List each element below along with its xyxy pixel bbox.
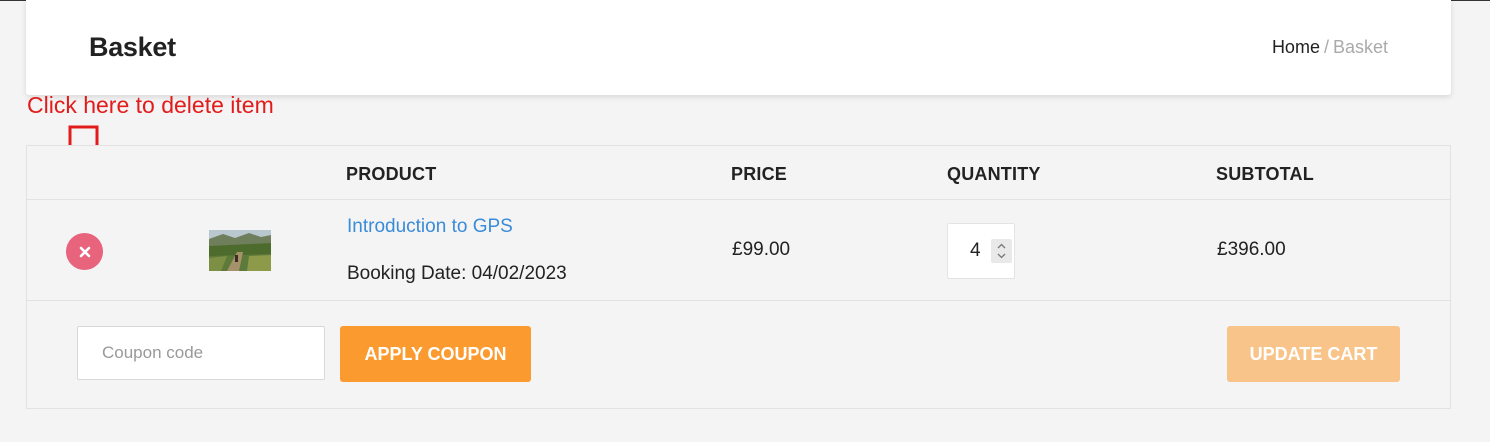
product-name-link[interactable]: Introduction to GPS [347, 216, 513, 238]
update-cart-button[interactable]: UPDATE CART [1227, 326, 1400, 382]
breadcrumb: Home / Basket [1272, 37, 1388, 58]
quantity-spinner[interactable] [991, 239, 1012, 263]
column-header-product: PRODUCT [346, 164, 437, 184]
column-header-price: PRICE [731, 164, 788, 184]
header-divider [27, 199, 1450, 200]
quantity-value[interactable]: 4 [970, 240, 981, 262]
product-thumbnail[interactable] [209, 230, 271, 271]
cart-table: PRODUCT PRICE QUANTITY SUBTOTAL Introduc… [26, 145, 1451, 409]
coupon-code-input[interactable] [77, 326, 325, 380]
column-header-quantity: QUANTITY [947, 164, 1041, 184]
delete-hint-annotation: Click here to delete item [27, 92, 274, 118]
booking-date-value: 04/02/2023 [471, 263, 567, 284]
breadcrumb-separator: / [1323, 37, 1329, 57]
page-header: Basket Home / Basket [26, 0, 1451, 95]
close-icon [79, 246, 90, 257]
page-title: Basket [89, 32, 176, 62]
item-subtotal: £396.00 [1217, 239, 1286, 260]
breadcrumb-current: Basket [1332, 37, 1388, 57]
row-divider [27, 300, 1450, 301]
item-price: £99.00 [732, 239, 791, 260]
booking-date: Booking Date: 04/02/2023 [347, 263, 567, 285]
remove-item-button[interactable] [66, 233, 103, 270]
column-header-subtotal: SUBTOTAL [1216, 164, 1314, 184]
quantity-stepper[interactable]: 4 [947, 223, 1015, 279]
chevron-up-down-icon [997, 243, 1006, 259]
hiking-trail-photo [209, 230, 271, 271]
apply-coupon-button[interactable]: APPLY COUPON [340, 326, 531, 382]
booking-date-label: Booking Date: [347, 263, 467, 284]
breadcrumb-home-link[interactable]: Home [1272, 37, 1320, 57]
